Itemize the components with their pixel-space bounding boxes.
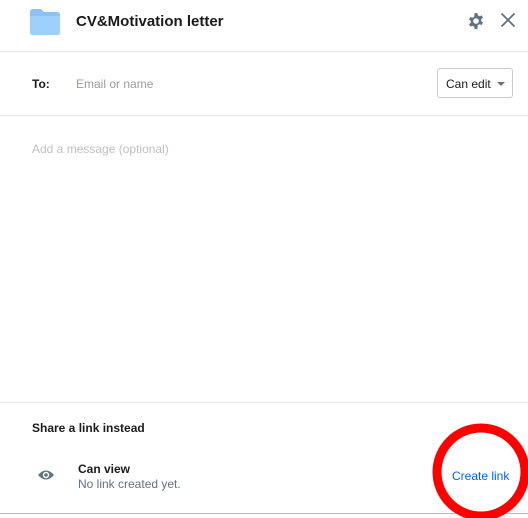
recipient-input[interactable] bbox=[66, 69, 416, 99]
chevron-down-icon bbox=[497, 82, 505, 86]
share-link-section: Share a link instead Can view No link cr… bbox=[0, 402, 528, 514]
dialog-title: CV&Motivation letter bbox=[76, 13, 224, 30]
close-icon[interactable] bbox=[499, 11, 517, 29]
permission-dropdown[interactable]: Can edit bbox=[437, 68, 513, 98]
create-link-button[interactable]: Create link bbox=[452, 469, 509, 483]
link-status-text: No link created yet. bbox=[78, 477, 181, 491]
eye-icon bbox=[38, 470, 54, 480]
share-link-title: Share a link instead bbox=[32, 421, 145, 435]
permission-selected: Can edit bbox=[446, 77, 491, 91]
link-permission-label: Can view bbox=[78, 462, 131, 476]
dialog-header: CV&Motivation letter bbox=[0, 0, 528, 52]
message-textarea[interactable] bbox=[20, 132, 510, 382]
folder-icon bbox=[30, 9, 60, 35]
share-dialog: CV&Motivation letter To: Can edit Share … bbox=[0, 0, 528, 518]
gear-icon[interactable] bbox=[466, 11, 486, 31]
to-label: To: bbox=[32, 77, 50, 91]
recipient-row: To: Can edit bbox=[0, 52, 528, 116]
